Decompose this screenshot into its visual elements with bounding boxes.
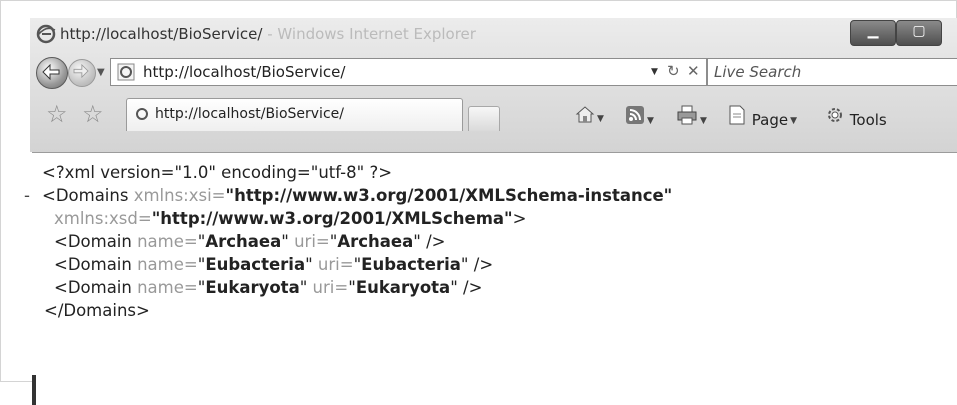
new-tab-button[interactable] <box>468 106 500 131</box>
tools-menu-label: Tools <box>849 111 887 129</box>
tab-active[interactable]: http://localhost/BioService/ <box>126 98 463 131</box>
home-icon <box>575 106 595 123</box>
forward-arrow-icon <box>73 64 89 78</box>
refresh-icon[interactable]: ↻ <box>667 62 680 80</box>
print-button[interactable]: ▼ <box>676 105 707 129</box>
domain-element: <Domain name="Eukaryota" uri="Eukaryota"… <box>54 278 483 297</box>
favorites-star-icon[interactable]: ☆ <box>46 100 68 128</box>
forward-button[interactable] <box>68 59 96 87</box>
page-ie-icon <box>136 108 148 120</box>
domain-element: <Domain name="Archaea" uri="Archaea" /> <box>54 232 446 251</box>
back-button[interactable] <box>36 57 68 89</box>
tab-label: http://localhost/BioService/ <box>155 106 344 122</box>
stop-icon[interactable]: ✕ <box>687 62 700 80</box>
minimize-button[interactable]: ▁ <box>850 20 896 46</box>
feeds-button[interactable]: ▼ <box>625 105 654 129</box>
domain-element: <Domain name="Eubacteria" uri="Eubacteri… <box>54 255 494 274</box>
window-title: http://localhost/BioService/ - Windows I… <box>60 25 476 43</box>
domains-close-tag: </Domains> <box>44 301 150 320</box>
minimize-icon: ▁ <box>867 23 879 39</box>
address-dropdown-icon[interactable]: ▼ <box>651 67 658 77</box>
recent-pages-dropdown[interactable]: ▼ <box>97 67 105 78</box>
add-favorites-icon[interactable]: ☆ <box>82 100 104 128</box>
xml-declaration: <?xml version="1.0" encoding="utf-8" ?> <box>42 163 393 182</box>
page-ie-icon <box>117 63 135 81</box>
back-arrow-icon <box>42 64 60 80</box>
tools-menu[interactable]: Tools <box>825 105 887 129</box>
home-button[interactable]: ▼ <box>575 105 604 127</box>
maximize-icon: ▢ <box>912 23 926 39</box>
page-icon <box>729 105 745 125</box>
xml-document-view: <?xml version="1.0" encoding="utf-8" ?> … <box>24 152 957 405</box>
maximize-button[interactable]: ▢ <box>896 20 942 46</box>
address-input[interactable]: http://localhost/BioService/ <box>143 63 345 81</box>
ie-icon <box>36 24 56 44</box>
rss-feed-icon <box>626 106 644 124</box>
domains-xsd-attr: xmlns:xsd="http://www.w3.org/2001/XMLSch… <box>54 209 527 228</box>
gear-icon <box>828 108 842 122</box>
collapse-toggle[interactable]: - <box>24 184 30 207</box>
window-title-app: - Windows Internet Explorer <box>262 25 476 43</box>
page-menu[interactable]: Page ▼ <box>727 105 797 129</box>
scrollbar-edge[interactable] <box>32 375 36 405</box>
page-menu-label: Page <box>751 111 789 129</box>
search-input[interactable]: Live Search <box>714 63 801 81</box>
xml-tree: <?xml version="1.0" encoding="utf-8" ?> … <box>24 161 673 322</box>
browser-chrome: http://localhost/BioService/ - Windows I… <box>30 18 957 152</box>
window-title-url: http://localhost/BioService/ <box>60 25 263 43</box>
navigation-bar: ▼ http://localhost/BioService/ ▼ ↻ ✕ Liv… <box>30 54 957 90</box>
search-box[interactable]: Live Search <box>707 58 957 86</box>
address-bar[interactable]: http://localhost/BioService/ ▼ ↻ ✕ <box>110 58 707 86</box>
title-bar: http://localhost/BioService/ - Windows I… <box>30 18 957 52</box>
domains-open-tag: - <Domains xmlns:xsi="http://www.w3.org/… <box>24 186 673 205</box>
tab-bar: ☆ ☆ http://localhost/BioService/ ▼ ▼ ▼ P… <box>30 98 957 132</box>
print-icon <box>677 105 697 125</box>
